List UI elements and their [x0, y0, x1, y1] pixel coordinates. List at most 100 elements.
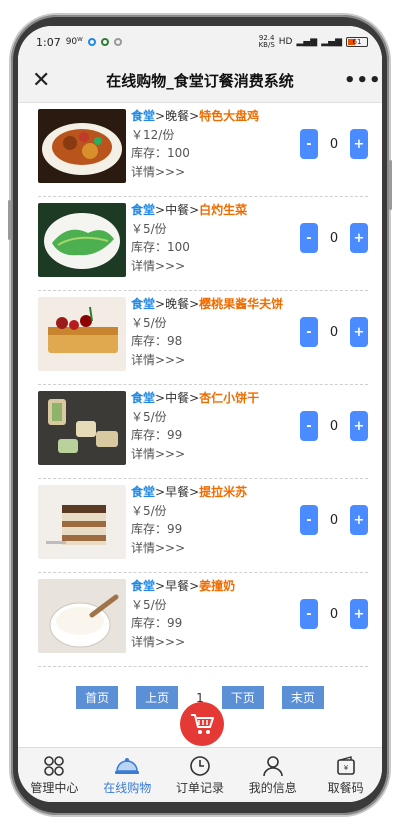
product-image-ginger-milk[interactable] — [38, 579, 126, 653]
product-stock: 库存：100 — [131, 240, 190, 254]
quantity-stepper: - 0 + — [300, 599, 368, 629]
product-detail-link[interactable]: 详情>>> — [131, 257, 247, 276]
product-name[interactable]: 杏仁小饼干 — [199, 391, 259, 405]
svg-text:¥: ¥ — [343, 764, 348, 772]
tab-label: 在线购物 — [103, 780, 152, 795]
product-stock: 库存：99 — [131, 616, 183, 630]
cart-icon — [191, 714, 214, 734]
product-stock: 库存：98 — [131, 334, 183, 348]
decrease-button[interactable]: - — [300, 505, 318, 535]
product-item: 食堂>早餐>姜撞奶 ￥5/份 库存：99 详情>>> - 0 + — [38, 573, 368, 667]
prev-page-button[interactable]: 上页 — [136, 686, 179, 709]
product-category: 食堂>中餐>杏仁小饼干 — [131, 391, 260, 405]
product-detail-link[interactable]: 详情>>> — [131, 539, 247, 558]
app-icon-blue — [87, 38, 96, 46]
product-stock: 库存：99 — [131, 428, 183, 442]
product-detail-link[interactable]: 详情>>> — [131, 163, 259, 182]
product-name[interactable]: 姜撞奶 — [199, 579, 235, 593]
wallet-icon: ¥ — [336, 755, 355, 775]
product-price: ￥5/份 — [131, 503, 167, 518]
signal-icon: ▂▄▆ — [296, 37, 318, 47]
product-name[interactable]: 樱桃果酱华夫饼 — [199, 297, 283, 311]
increase-button[interactable]: + — [350, 599, 368, 629]
status-time: 1:07 — [36, 35, 61, 49]
last-page-button[interactable]: 末页 — [281, 686, 324, 709]
quantity-stepper: - 0 + — [300, 129, 368, 159]
product-stock: 库存：100 — [131, 146, 190, 160]
more-icon[interactable]: ••• — [344, 70, 381, 91]
first-page-button[interactable]: 首页 — [76, 686, 119, 709]
quantity-value: 0 — [329, 136, 339, 152]
product-price: ￥5/份 — [131, 315, 167, 330]
product-image-cookies[interactable] — [38, 391, 126, 465]
product-category: 食堂>中餐>白灼生菜 — [131, 203, 248, 217]
product-category: 食堂>早餐>姜撞奶 — [131, 579, 236, 593]
hd-indicator: HD — [278, 37, 293, 47]
product-name[interactable]: 提拉米苏 — [199, 485, 247, 499]
tab-management[interactable]: 管理中心 — [18, 748, 91, 802]
increase-button[interactable]: + — [350, 317, 368, 347]
increase-button[interactable]: + — [350, 223, 368, 253]
product-image-waffle[interactable] — [38, 297, 126, 371]
product-category: 食堂>早餐>提拉米苏 — [131, 485, 248, 499]
next-page-button[interactable]: 下页 — [221, 686, 264, 709]
signal-icon-2: ▂▄▆ — [321, 37, 342, 47]
tab-label: 订单记录 — [175, 780, 224, 795]
product-list: 食堂>晚餐>特色大盘鸡 ￥12/份 库存：100 详情>>> - 0 + 食堂>… — [18, 103, 382, 750]
increase-button[interactable]: + — [350, 411, 368, 441]
decrease-button[interactable]: - — [300, 129, 318, 159]
quantity-value: 0 — [329, 230, 339, 246]
food-cover-icon — [115, 757, 140, 774]
product-image-lettuce[interactable] — [38, 203, 126, 277]
power-button — [389, 160, 392, 210]
quantity-stepper: - 0 + — [300, 223, 368, 253]
clock-icon — [190, 755, 210, 776]
user-icon — [262, 755, 283, 776]
increase-button[interactable]: + — [350, 505, 368, 535]
increase-button[interactable]: + — [350, 129, 368, 159]
volume-button — [8, 200, 11, 240]
product-item: 食堂>晚餐>樱桃果酱华夫饼 ￥5/份 库存：98 详情>>> - 0 + — [38, 291, 368, 385]
product-price: ￥12/份 — [131, 127, 175, 142]
net-speed: 92.4 KB/S — [258, 34, 275, 49]
quantity-stepper: - 0 + — [300, 411, 368, 441]
decrease-button[interactable]: - — [300, 223, 318, 253]
product-stock: 库存：99 — [131, 522, 183, 536]
tab-order-history[interactable]: 订单记录 — [164, 748, 237, 802]
status-bar: 1:07 90ᵂ 92.4 KB/S HD ▂▄▆ ▂▄▆ 61 — [18, 26, 382, 58]
tab-pickup-code[interactable]: ¥ 取餐码 — [309, 748, 382, 802]
quantity-value: 0 — [329, 324, 339, 340]
quantity-value: 0 — [329, 418, 339, 434]
product-image-tiramisu[interactable] — [38, 485, 126, 559]
close-icon[interactable]: ✕ — [32, 68, 56, 93]
product-category: 食堂>晚餐>樱桃果酱华夫饼 — [131, 297, 284, 311]
tab-my-info[interactable]: 我的信息 — [236, 748, 309, 802]
tab-label: 我的信息 — [248, 780, 297, 795]
quantity-value: 0 — [329, 606, 339, 622]
cart-button[interactable] — [180, 702, 224, 746]
product-item: 食堂>中餐>杏仁小饼干 ￥5/份 库存：99 详情>>> - 0 + — [38, 385, 368, 479]
app-icon-gray — [113, 38, 122, 46]
decrease-button[interactable]: - — [300, 411, 318, 441]
product-category: 食堂>晚餐>特色大盘鸡 — [131, 109, 260, 123]
product-price: ￥5/份 — [131, 221, 167, 236]
tab-label: 管理中心 — [30, 780, 79, 795]
product-name[interactable]: 特色大盘鸡 — [199, 109, 259, 123]
grid-icon — [44, 755, 65, 776]
decrease-button[interactable]: - — [300, 317, 318, 347]
product-name[interactable]: 白灼生菜 — [199, 203, 247, 217]
product-detail-link[interactable]: 详情>>> — [131, 633, 235, 652]
product-detail-link[interactable]: 详情>>> — [131, 445, 259, 464]
app-icon-green — [100, 38, 109, 46]
product-item: 食堂>晚餐>特色大盘鸡 ￥12/份 库存：100 详情>>> - 0 + — [38, 103, 368, 197]
quantity-stepper: - 0 + — [300, 317, 368, 347]
battery-icon: 61 — [346, 37, 368, 47]
decrease-button[interactable]: - — [300, 599, 318, 629]
tab-online-shopping[interactable]: 在线购物 — [91, 748, 164, 802]
product-price: ￥5/份 — [131, 409, 167, 424]
quantity-value: 0 — [329, 512, 339, 528]
nav-bar: ✕ 在线购物_食堂订餐消费系统 ••• — [18, 58, 382, 103]
product-detail-link[interactable]: 详情>>> — [131, 351, 283, 370]
product-image-chicken[interactable] — [38, 109, 126, 183]
wifi-icon: 90ᵂ — [65, 37, 83, 47]
